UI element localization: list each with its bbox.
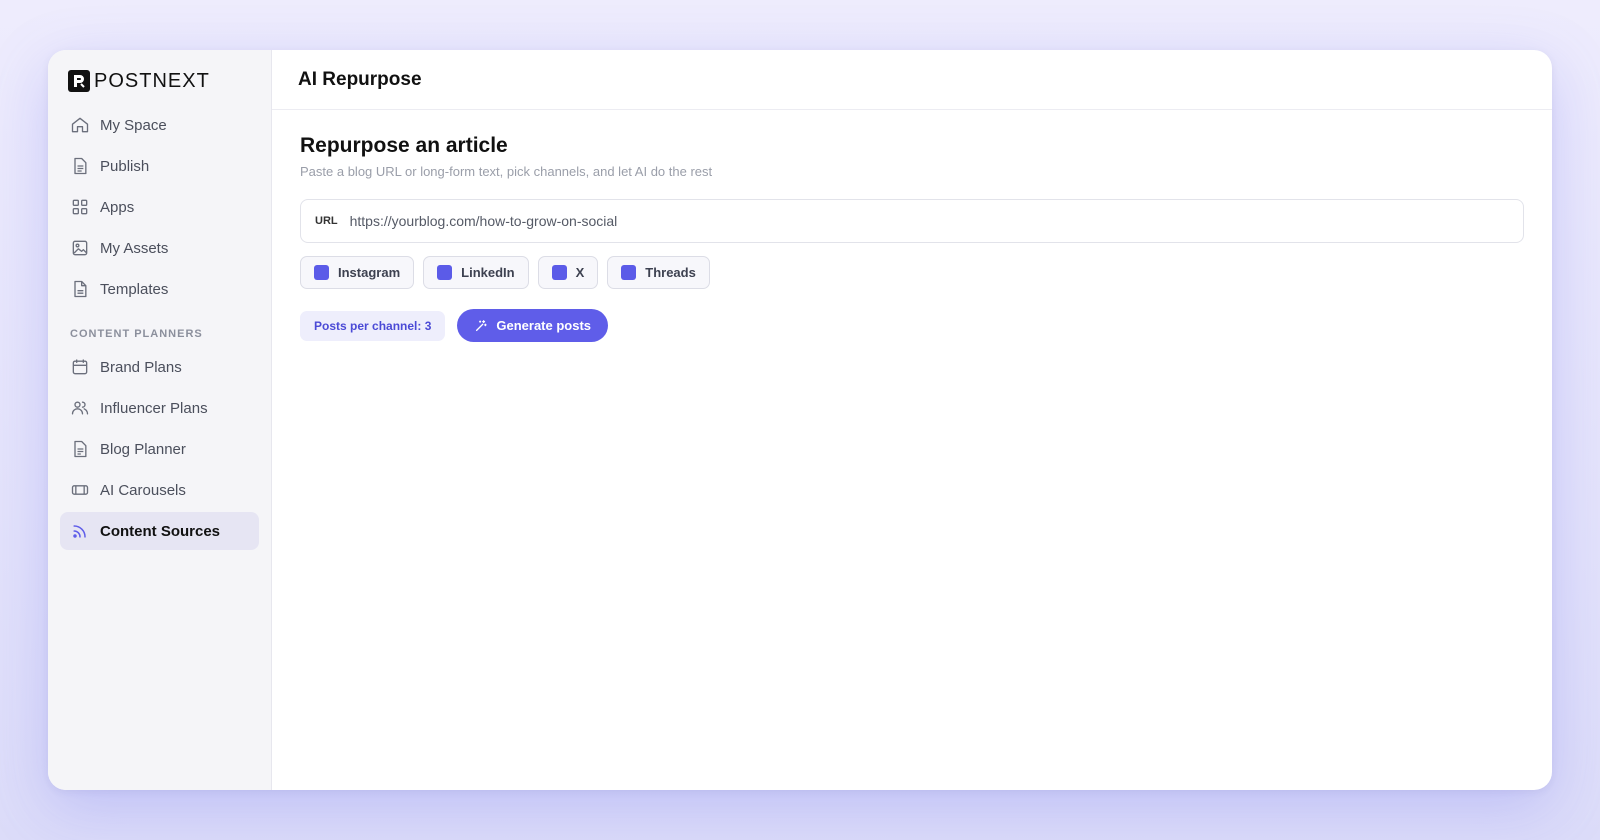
channel-chip-instagram[interactable]: Instagram [300,256,415,289]
sidebar-item-my-assets[interactable]: My Assets [60,229,259,267]
calendar-icon [72,359,88,375]
app-window: POSTNEXT My Space Publish Apps My Assets… [48,50,1552,790]
sidebar-item-my-space[interactable]: My Space [60,106,259,144]
sidebar-item-ai-carousels[interactable]: AI Carousels [60,471,259,509]
url-label: URL [315,215,338,227]
sidebar-item-label: Apps [100,198,135,216]
magic-wand-icon [476,319,488,331]
section-label-content-planners: CONTENT PLANNERS [70,328,203,340]
grid-icon [72,199,88,215]
form-subtitle: Paste a blog URL or long-form text, pick… [300,164,713,179]
channel-label: Threads [645,265,696,280]
repurpose-form: Repurpose an article Paste a blog URL or… [272,110,1552,366]
checkbox[interactable] [621,265,637,280]
main-panel: AI Repurpose Repurpose an article Paste … [272,50,1552,790]
image-icon [72,240,88,256]
sidebar-item-apps[interactable]: Apps [60,188,259,226]
sidebar-item-label: Blog Planner [100,440,186,458]
checkbox[interactable] [314,265,329,280]
users-icon [71,401,89,415]
generate-posts-label: Generate posts [496,318,592,333]
channel-selector: Instagram LinkedIn X Threads [300,256,1524,289]
checkbox[interactable] [551,265,567,280]
file-icon [74,280,87,298]
sidebar-item-label: My Assets [100,239,169,257]
channel-chip-x[interactable]: X [537,256,599,289]
home-icon [71,117,89,133]
file-text-icon [74,440,87,458]
rss-icon [73,525,86,538]
sidebar-item-templates[interactable]: Templates [60,270,259,308]
carousel-icon [71,485,89,495]
sidebar-item-blog-planner[interactable]: Blog Planner [60,430,259,468]
logo-text: POSTNEXT [94,69,210,92]
form-title: Repurpose an article [300,134,508,157]
channel-label: LinkedIn [461,265,515,280]
url-input[interactable] [349,213,1509,229]
sidebar-item-label: Templates [100,280,169,298]
channel-chip-linkedin[interactable]: LinkedIn [423,256,529,289]
sidebar-item-label: My Space [100,116,167,134]
sidebar-item-publish[interactable]: Publish [60,147,259,185]
postnext-logo-icon [68,70,90,92]
page-title: AI Repurpose [298,68,422,90]
sidebar-item-label: AI Carousels [100,481,186,499]
logo[interactable]: POSTNEXT [60,68,259,94]
sidebar-item-brand-plans[interactable]: Brand Plans [60,348,259,386]
url-field[interactable]: URL [300,199,1524,243]
sidebar-item-label: Brand Plans [100,358,182,376]
sidebar: POSTNEXT My Space Publish Apps My Assets… [48,50,272,790]
sidebar-item-label: Content Sources [100,522,221,540]
checkbox[interactable] [437,265,453,280]
channel-chip-threads[interactable]: Threads [607,256,710,289]
topbar: AI Repurpose [272,50,1552,110]
posts-per-channel-selector[interactable]: Posts per channel: 3 [300,310,446,341]
document-icon [74,157,87,175]
form-actions: Posts per channel: 3 Generate posts [300,309,1524,342]
channel-label: X [575,265,585,280]
sidebar-item-label: Influencer Plans [100,399,208,417]
sidebar-item-label: Publish [100,157,150,175]
generate-posts-button[interactable]: Generate posts [457,309,609,342]
sidebar-item-content-sources[interactable]: Content Sources [60,512,259,550]
sidebar-item-influencer-plans[interactable]: Influencer Plans [60,389,259,427]
channel-label: Instagram [338,265,401,280]
